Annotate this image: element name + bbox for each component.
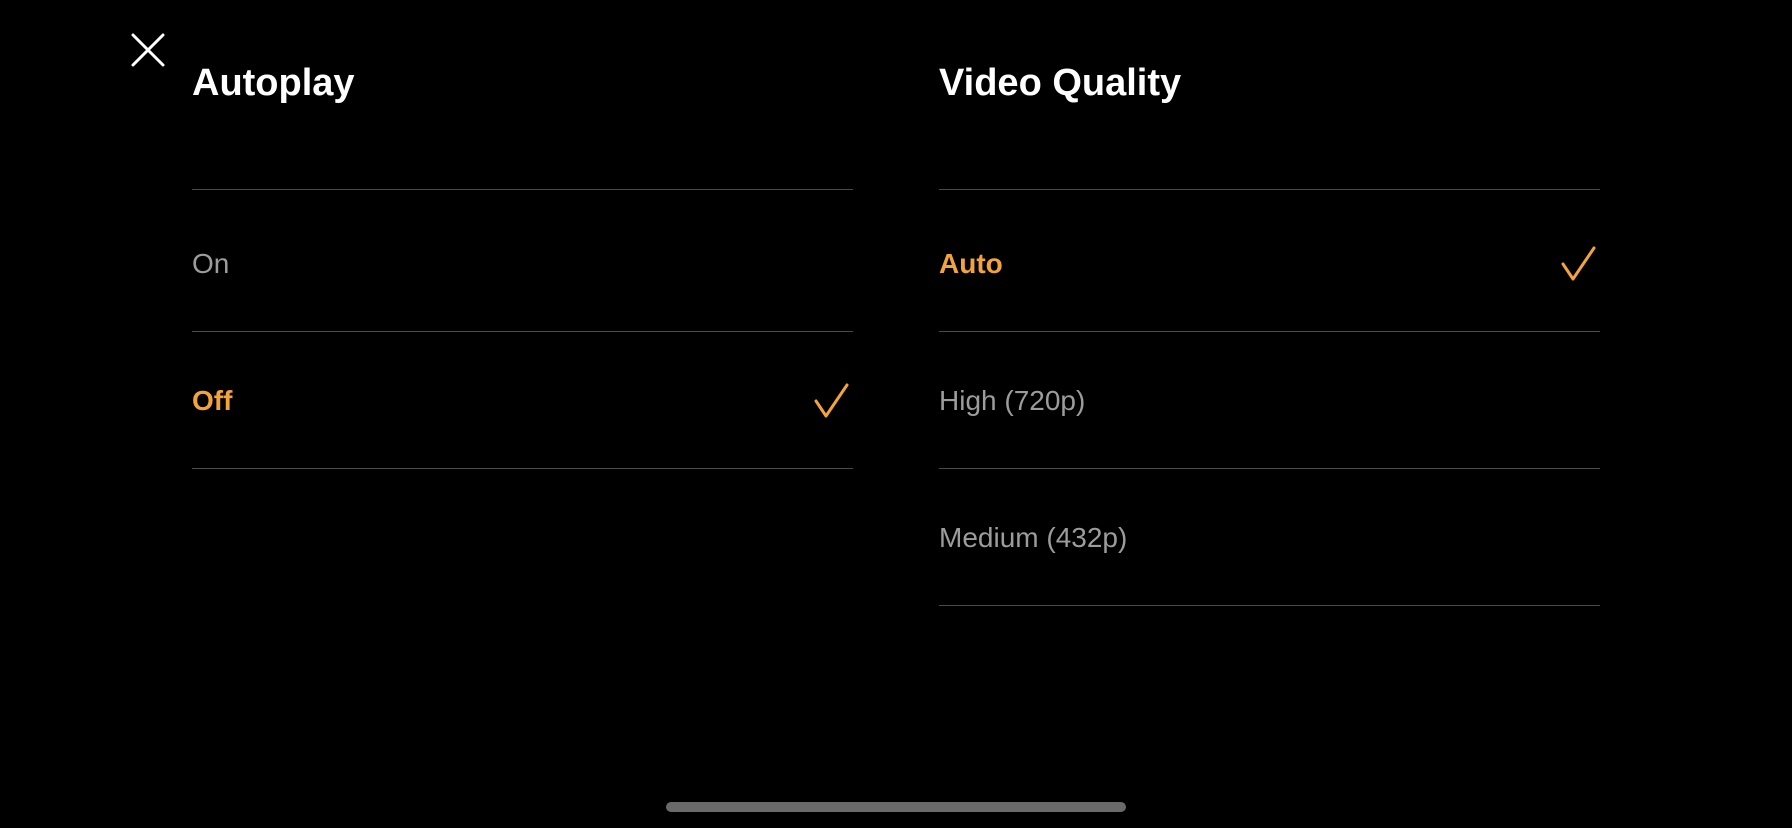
option-label: Auto [939, 248, 1003, 279]
quality-option-medium[interactable]: Medium (432p) [939, 470, 1600, 606]
autoplay-title: Autoplay [192, 62, 355, 104]
divider [939, 189, 1600, 190]
option-label: Off [192, 385, 233, 416]
divider [939, 331, 1600, 332]
autoplay-option-off[interactable]: Off [192, 333, 853, 469]
home-indicator[interactable] [666, 802, 1126, 812]
divider [939, 468, 1600, 469]
close-icon [131, 33, 165, 67]
option-label: High (720p) [939, 385, 1086, 416]
option-label: On [192, 248, 230, 279]
autoplay-option-on[interactable]: On [192, 196, 853, 332]
checkmark-icon [1561, 246, 1596, 281]
settings-overlay: Autoplay On Off Video Quality Auto High … [0, 0, 1792, 828]
divider [939, 605, 1600, 606]
quality-option-auto[interactable]: Auto [939, 196, 1600, 332]
divider [192, 331, 853, 332]
video-quality-title: Video Quality [939, 62, 1182, 104]
divider [192, 189, 853, 190]
quality-option-high[interactable]: High (720p) [939, 333, 1600, 469]
divider [192, 468, 853, 469]
option-label: Medium (432p) [939, 522, 1128, 553]
close-button[interactable] [126, 28, 170, 72]
checkmark-icon [814, 383, 849, 418]
